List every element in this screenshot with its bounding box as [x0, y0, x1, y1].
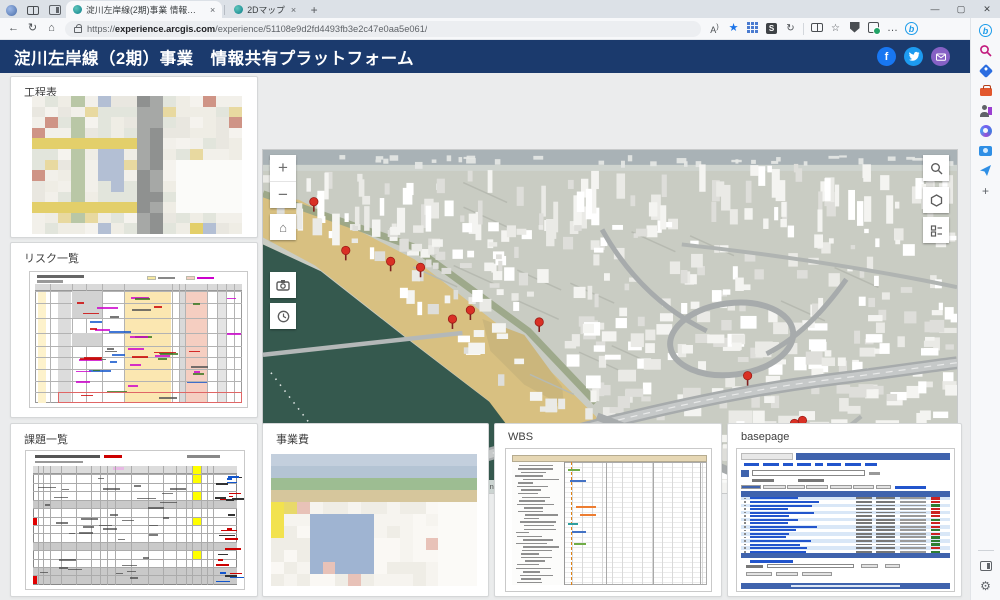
basemap-layers-button[interactable] — [923, 187, 949, 213]
zoom-out-button[interactable]: − — [270, 182, 296, 208]
tab-grid-icon[interactable] — [743, 22, 762, 36]
new-tab-button[interactable]: + — [303, 2, 325, 18]
browser-toolbar: ← ↻ ⌂ https://experience.arcgis.com/expe… — [0, 18, 1000, 40]
legend-button[interactable] — [923, 217, 949, 243]
daylight-clock-button[interactable] — [270, 303, 296, 329]
split-screen-icon[interactable] — [807, 23, 826, 35]
home-icon[interactable]: ⌂ — [42, 23, 61, 34]
wbs-panel: WBS — [494, 423, 722, 597]
risk-panel: リスク一覧 — [10, 242, 258, 418]
refresh-icon[interactable]: ↻ — [23, 23, 42, 34]
issues-thumbnail[interactable] — [25, 450, 245, 590]
issues-title: 課題一覧 — [11, 424, 257, 447]
schedule-thumbnail[interactable] — [32, 96, 242, 234]
shopping-tag-icon[interactable] — [977, 62, 995, 79]
schedule-panel: 工程表 — [10, 76, 258, 238]
lock-icon — [74, 27, 82, 33]
camera-button[interactable] — [270, 272, 296, 298]
facebook-icon[interactable]: f — [877, 47, 896, 66]
experience-page: 工程表 リスク一覧 — [0, 73, 970, 600]
window-maximize-button[interactable]: ▢ — [948, 0, 974, 18]
edge-sidebar: b + ⚙ — [970, 18, 1000, 600]
tab-title: 2Dマップ — [247, 3, 285, 16]
basepage-panel: basepage — [727, 423, 962, 597]
more-menu-icon[interactable]: … — [883, 23, 902, 34]
address-bar[interactable]: https://experience.arcgis.com/experience… — [65, 21, 701, 37]
loop-icon[interactable] — [977, 122, 995, 139]
drop-icon[interactable] — [977, 162, 995, 179]
issues-panel: 課題一覧 — [10, 423, 258, 597]
tab-close-icon[interactable]: × — [291, 5, 296, 15]
search-button[interactable] — [923, 155, 949, 181]
cost-panel: 事業費 — [262, 423, 489, 597]
twitter-icon[interactable] — [904, 47, 923, 66]
tab-close-icon[interactable]: × — [210, 5, 215, 15]
cost-thumbnail[interactable] — [271, 454, 477, 586]
browser-essentials-icon[interactable] — [845, 22, 864, 36]
vertical-tabs-icon[interactable] — [44, 2, 66, 18]
browser-tab-active[interactable]: 淀川左岸線(2期)事業 情報共有モ × — [66, 1, 222, 18]
sidebar-search-icon[interactable] — [977, 42, 995, 59]
page-title: 淀川左岸線（2期）事業 情報共有プラットフォーム — [14, 45, 414, 69]
wbs-thumbnail[interactable] — [505, 448, 712, 592]
risk-thumbnail[interactable] — [29, 271, 248, 408]
favorite-star-icon[interactable]: ★ — [724, 23, 743, 34]
toggle-sidebar-icon[interactable] — [977, 557, 995, 574]
sync-icon[interactable]: ↻ — [781, 24, 800, 34]
map-favicon — [234, 5, 243, 14]
window-minimize-button[interactable]: — — [922, 0, 948, 18]
settings-gear-icon[interactable]: ⚙ — [977, 577, 995, 594]
email-icon[interactable] — [931, 47, 950, 66]
zoom-in-button[interactable]: + — [270, 155, 296, 181]
collections-icon[interactable]: ☆ — [826, 24, 845, 34]
experience-favicon — [73, 5, 82, 14]
tools-icon[interactable] — [977, 82, 995, 99]
workspace-icon[interactable] — [0, 2, 22, 18]
add-to-sidebar-icon[interactable]: + — [977, 182, 995, 199]
read-aloud-icon[interactable]: A) — [705, 23, 724, 35]
url-text: https://experience.arcgis.com/experience… — [87, 24, 427, 34]
basepage-title: basepage — [728, 424, 961, 443]
home-button[interactable]: ⌂ — [270, 214, 296, 240]
bing-chat-icon[interactable]: b — [977, 22, 995, 39]
s-extension-icon[interactable]: S — [762, 23, 781, 34]
app-header: 淀川左岸線（2期）事業 情報共有プラットフォーム f — [0, 40, 970, 73]
tab-actions-icon[interactable] — [22, 2, 44, 18]
zoom-widget: + − — [270, 155, 296, 208]
extensions-icon[interactable] — [864, 22, 883, 36]
profiles-icon[interactable] — [977, 102, 995, 119]
image-creator-icon[interactable] — [977, 142, 995, 159]
tab-title: 淀川左岸線(2期)事業 情報共有モ — [86, 3, 204, 16]
bing-chat-icon[interactable]: b — [902, 22, 921, 35]
back-icon[interactable]: ← — [4, 23, 23, 34]
basepage-thumbnail[interactable] — [736, 448, 955, 592]
browser-tab-2dmap[interactable]: 2Dマップ × — [227, 1, 303, 18]
browser-tab-strip: 淀川左岸線(2期)事業 情報共有モ × 2Dマップ × + — ▢ ✕ — [0, 0, 1000, 18]
window-close-button[interactable]: ✕ — [974, 0, 1000, 18]
cost-title: 事業費 — [263, 424, 488, 447]
wbs-title: WBS — [495, 424, 721, 443]
risk-title: リスク一覧 — [11, 243, 257, 266]
